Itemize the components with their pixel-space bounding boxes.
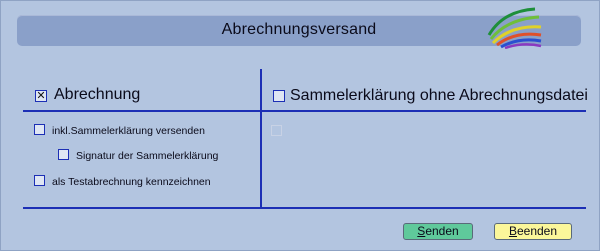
quit-button-label: eenden xyxy=(516,224,558,238)
section-divider-horizontal xyxy=(23,110,586,112)
send-button[interactable]: Senden xyxy=(403,223,473,240)
dialog-window: Abrechnungsversand ✕ Abrechnung Sammeler… xyxy=(0,0,600,251)
signatur-checkbox[interactable] xyxy=(58,149,69,160)
quit-button-accel: B xyxy=(508,224,517,238)
abrechnung-heading: Abrechnung xyxy=(54,86,141,103)
inkl-sammelerklaerung-label: inkl.Sammelerklärung versenden xyxy=(52,125,205,137)
section-divider-bottom xyxy=(23,207,586,209)
quit-button[interactable]: Beenden xyxy=(494,223,572,240)
sammelerklaerung-ohne-heading: Sammelerklärung ohne Abrechnungsdatei xyxy=(290,87,588,104)
inkl-sammelerklaerung-checkbox[interactable] xyxy=(34,124,45,135)
section-divider-vertical xyxy=(260,69,262,209)
sammelerklaerung-ohne-checkbox[interactable] xyxy=(273,90,285,102)
signatur-label: Signatur der Sammelerklärung xyxy=(76,150,219,162)
logo-icon xyxy=(487,7,542,49)
send-button-label: enden xyxy=(425,224,459,238)
abrechnung-checkbox[interactable]: ✕ xyxy=(35,90,47,102)
disabled-option-checkbox xyxy=(271,125,282,136)
testabrechnung-label: als Testabrechnung kennzeichnen xyxy=(52,176,211,188)
testabrechnung-checkbox[interactable] xyxy=(34,175,45,186)
